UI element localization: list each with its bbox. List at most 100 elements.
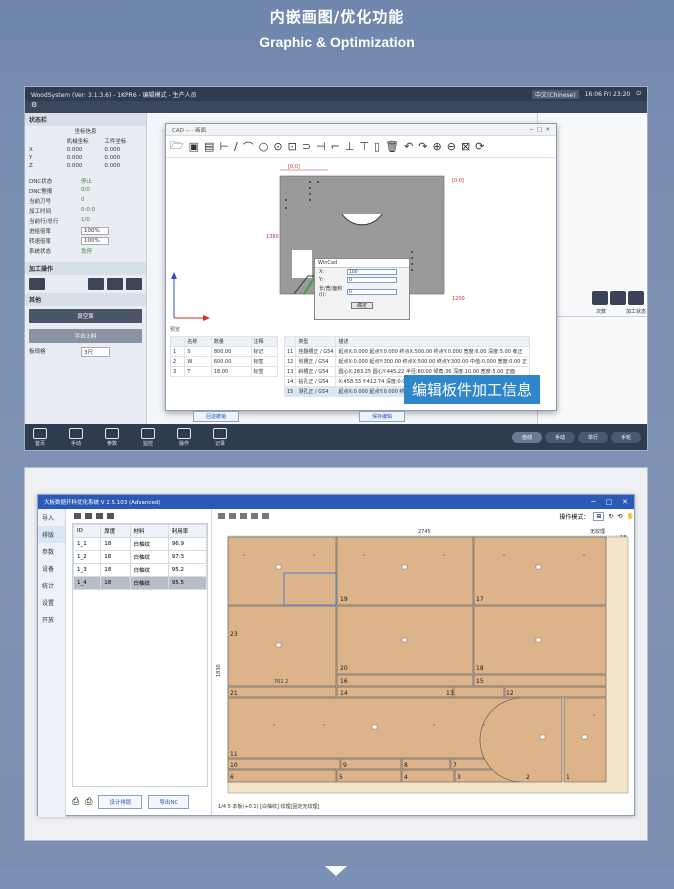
image-icon[interactable] [229,513,236,519]
open-icon[interactable]: 🗁 [170,137,184,156]
table-row[interactable]: 1 S 800.00 标记 [169,346,279,357]
image-icon[interactable] [251,513,258,519]
table-row[interactable]: 1_2 18 白柚纹 97.3 [72,550,208,564]
axis-row: Z 0.000 0.000 [25,162,146,170]
menu-nesting[interactable]: 排版 [38,526,65,543]
table-row[interactable]: 12 划槽正 / G54 起点X:0.000 起点Y:300.00 终点X:500.… [284,356,531,367]
line-icon[interactable]: ∕ [234,140,238,153]
menu-device[interactable]: 设备 [38,560,65,577]
dialog-row-y: Y: 0 [315,276,409,284]
folder-button[interactable] [29,278,45,290]
menu-stats[interactable]: 统计 [38,577,65,594]
rect-hole-icon[interactable]: ⊡ [288,140,297,153]
pause-button[interactable] [107,278,123,290]
y-input[interactable]: 0 [347,277,397,283]
image-icon[interactable] [240,513,247,519]
circle-icon[interactable]: ○ [259,140,269,153]
minimize-icon[interactable]: ─ [530,127,533,133]
printer-icon[interactable]: ⎙ [85,797,92,807]
cell: 起点X:0.000 起点Y:300.00 终点X:500.00 终点Y:300.… [335,356,531,367]
table-row[interactable]: 11 挂翻槽正 / G54 起点X:0.000 起点Y:0.000 终点X:500.… [284,346,531,357]
copy-icon[interactable] [96,513,103,519]
save-as-icon[interactable]: ▤ [204,140,214,153]
gear-icon[interactable] [74,513,81,519]
arc-icon[interactable]: ⌒ [243,139,254,155]
select-mode-icon[interactable]: ⊞ [593,511,605,521]
ok-button[interactable]: 确定 [351,302,373,309]
save-edit-button[interactable]: 保存编辑 [359,411,406,422]
menu-open[interactable]: 开放 [38,611,65,628]
rotate-icon[interactable]: ⟲ [617,513,622,520]
nesting-canvas[interactable]: 2745 无纹理 18 1830 [214,525,634,801]
stop-button[interactable] [126,278,142,290]
dimension-icon[interactable]: ⊢ [219,140,229,153]
nav-monitor[interactable]: 监控 [141,427,155,447]
platform-load-button[interactable]: 平台上料 [29,329,142,343]
close-icon[interactable]: ✕ [622,498,628,506]
pocket-icon[interactable]: ⊣ [316,140,326,153]
play-button[interactable] [88,278,104,290]
tab-manual[interactable]: 手动 [544,431,575,443]
maximize-icon[interactable]: □ [537,127,542,133]
status-row: 当前行/总行 1/0 [25,216,146,226]
tools-icon[interactable] [610,291,626,305]
language-select[interactable]: 中文(Chinese) [532,89,579,99]
design-layout-button[interactable]: 设计排版 [98,795,143,809]
tab-handwheel[interactable]: 手轮 [610,431,641,443]
nav-home[interactable]: 首页 [33,427,47,447]
table-row[interactable]: 3 T 18.00 标签 [169,366,279,377]
nav-record[interactable]: 记录 [213,427,227,447]
menu-settings[interactable]: 设置 [38,594,65,611]
tab-auto[interactable]: 自动 [511,431,542,443]
len-input[interactable]: 0 [347,288,397,295]
minimize-icon[interactable]: ─ [591,498,595,506]
vacuum-button[interactable]: 真空泵 [29,309,142,323]
maximize-icon[interactable]: □ [606,498,613,506]
hand-icon[interactable]: ✋ [627,513,634,520]
nav-manual[interactable]: 手动 [69,427,83,447]
barcode-icon[interactable] [85,513,92,519]
status-key: 当前刀号 [29,199,52,205]
nav-params[interactable]: 参数 [105,427,119,447]
menu-params[interactable]: 参数 [38,543,65,560]
delete-icon[interactable]: 🗑 [385,140,399,153]
table-row[interactable]: 1_1 18 白柚纹 96.9 [72,537,208,551]
groove-icon[interactable]: ⊃ [302,140,311,153]
delete-icon[interactable] [107,513,114,519]
menu-import[interactable]: 导入 [38,509,65,526]
offset-icon[interactable]: ⊤ [359,140,369,153]
image-icon[interactable] [218,513,225,519]
x-input[interactable]: 100 [347,269,397,275]
mill-icon[interactable]: ⌐ [331,140,340,153]
redo-icon[interactable]: ↷ [418,140,427,153]
hole-icon[interactable]: ⊙ [273,140,282,153]
spindle-rate-select[interactable]: 100% [81,237,109,245]
edge-icon[interactable]: ▯ [374,140,380,153]
image-icon[interactable] [262,513,269,519]
save-icon[interactable]: ▣ [189,140,199,153]
table-row[interactable]: 1_4 18 白柚纹 95.5 [72,576,208,590]
gear-icon[interactable] [628,291,644,305]
nav-operate[interactable]: 操作 [177,427,191,447]
feed-rate-select[interactable]: 100% [81,227,109,235]
undo-button[interactable]: 回退撤销 [193,411,240,422]
tab-single[interactable]: 单行 [577,431,608,443]
close-icon[interactable]: ✕ [545,127,550,133]
table-row[interactable]: 1_3 18 白柚纹 95.2 [72,563,208,577]
zoom-in-icon[interactable]: ⊕ [433,140,442,153]
zoom-out-icon[interactable]: ⊖ [447,140,456,153]
refresh-icon[interactable]: ⟳ [475,140,484,153]
gear-icon[interactable]: ⚙ [31,101,37,109]
zoom-fit-icon[interactable]: ⊠ [461,140,470,153]
refresh-icon[interactable]: ↻ [608,513,613,520]
board-table: ID 厚度 材料 利用率 1_1 18 白柚纹 96.9 1_2 18 白柚纹 97.3 1_3 1… [72,524,208,590]
trim-icon[interactable]: ⊥ [345,140,355,153]
power-icon[interactable]: ⏻ [636,90,641,98]
board-spec-select[interactable]: 3尺 [81,347,110,357]
cad-canvas[interactable]: [0.0] [0.0] 1200 1380 WinCad X: 100 Y: 0 长… [166,158,556,324]
export-nc-button[interactable]: 导出NC [148,795,190,809]
printer-icon[interactable]: ⎙ [72,797,79,807]
undo-icon[interactable]: ↶ [404,140,413,153]
table-row[interactable]: 2 W 600.00 标签 [169,356,279,367]
list-icon[interactable] [592,291,608,305]
